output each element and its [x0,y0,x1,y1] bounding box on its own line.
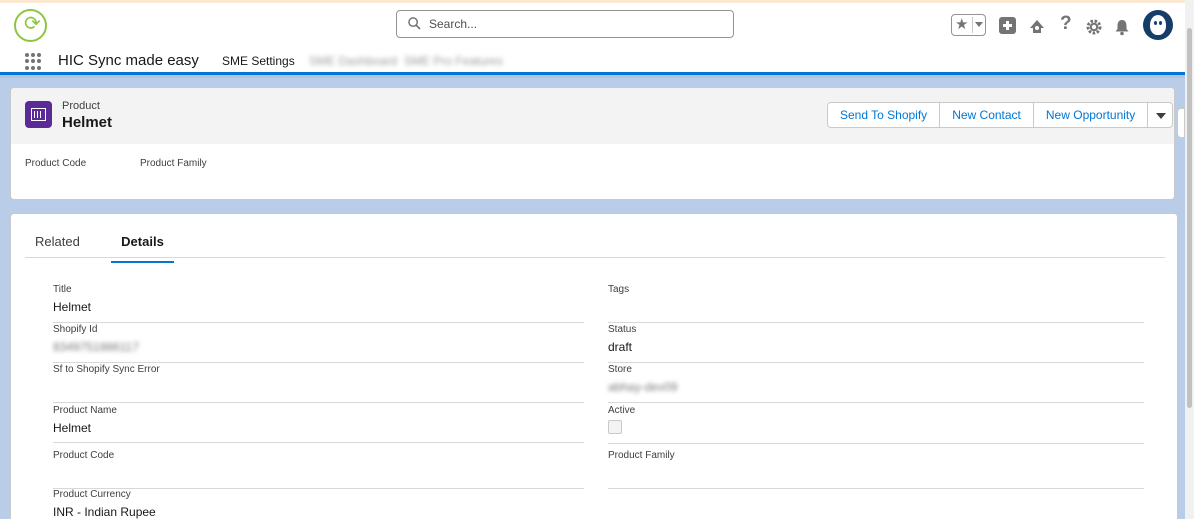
field-label: Status [608,324,637,335]
favorites-button[interactable]: ★ [951,14,986,36]
chevron-down-icon[interactable] [975,22,983,27]
active-checkbox [608,420,622,434]
field-product-code: Product Code [53,449,584,489]
field-value: abhay-dev09 [608,380,678,394]
field-value: INR - Indian Rupee [53,505,156,519]
favorites-star-icon: ★ [955,16,969,33]
field-label: Shopify Id [53,324,98,335]
field-label: Title [53,284,72,295]
field-value: Helmet [53,300,92,314]
tab-related[interactable]: Related [35,234,80,261]
field-label: Product Currency [53,489,131,500]
tab-details[interactable]: Details [111,234,174,263]
user-avatar[interactable] [1143,10,1173,40]
field-product-currency: Product Currency INR - Indian Rupee [53,488,584,519]
trailhead-icon[interactable] [1028,16,1046,38]
field-label: Product Family [608,450,675,461]
highlight-field-product-family: Product Family [140,158,207,169]
global-header: ⟳ Search... ★ ? [0,3,1194,47]
field-sync-error: Sf to Shopify Sync Error [53,363,584,403]
field-value: Helmet [53,421,92,435]
field-product-family: Product Family [608,449,1144,489]
field-title: Title Helmet [53,283,584,323]
highlight-field-product-code: Product Code [25,158,87,169]
search-icon [408,17,421,30]
nav-item-sme-settings[interactable]: SME Settings [222,54,295,68]
new-opportunity-button[interactable]: New Opportunity [1032,102,1149,128]
new-contact-button[interactable]: New Contact [939,102,1034,128]
app-launcher-icon[interactable] [25,53,42,70]
notifications-bell-icon[interactable] [1113,16,1131,38]
field-shopify-id: Shopify Id 8349751886117 [53,323,584,363]
record-actions: Send To Shopify New Contact New Opportun… [827,102,1174,128]
avatar-eye [1159,21,1162,25]
field-label: Active [608,405,636,416]
record-highlights-panel: Product Helmet Send To Shopify New Conta… [10,87,1175,200]
nav-item-sme-pro-features[interactable]: SME Pro Features [404,54,503,68]
field-value: 8349751886117 [53,340,139,354]
field-value: draft [608,340,633,354]
field-store: Store abhay-dev09 [608,363,1144,403]
help-icon[interactable]: ? [1060,13,1074,35]
product-barcode-icon [25,101,52,128]
send-to-shopify-button[interactable]: Send To Shopify [827,102,941,128]
record-tabs: Related Details [25,214,1165,263]
record-header: Product Helmet Send To Shopify New Conta… [11,88,1174,144]
avatar-eye [1154,21,1157,25]
global-actions-plus-icon[interactable] [999,17,1016,34]
field-tags: Tags [608,283,1144,323]
field-active: Active [608,404,1144,444]
field-label: Product Name [53,405,117,416]
app-logo-icon[interactable]: ⟳ [14,9,47,42]
more-actions-dropdown[interactable] [1147,102,1174,128]
field-label: Tags [608,284,630,295]
app-nav-bar: HIC Sync made easy SME Settings SME Dash… [0,47,1194,75]
details-card: Related Details Title Helmet Shopify Id … [10,213,1178,519]
nav-item-sme-dashboard[interactable]: SME Dashboard [309,54,397,68]
setup-gear-icon[interactable] [1085,16,1103,38]
field-label: Sf to Shopify Sync Error [53,364,160,375]
avatar-face [1150,15,1166,35]
field-product-name: Product Name Helmet [53,404,584,443]
app-name: HIC Sync made easy [58,52,199,69]
record-name: Helmet [62,114,113,131]
object-label: Product [62,100,100,112]
scrollbar-thumb[interactable] [1187,28,1192,408]
utility-side-tab[interactable] [1177,108,1185,138]
field-label: Product Code [53,450,115,461]
field-status: Status draft [608,323,1144,363]
favorites-divider [972,17,973,33]
search-placeholder: Search... [429,17,478,31]
field-label: Store [608,364,632,375]
search-box[interactable]: Search... [396,10,734,38]
